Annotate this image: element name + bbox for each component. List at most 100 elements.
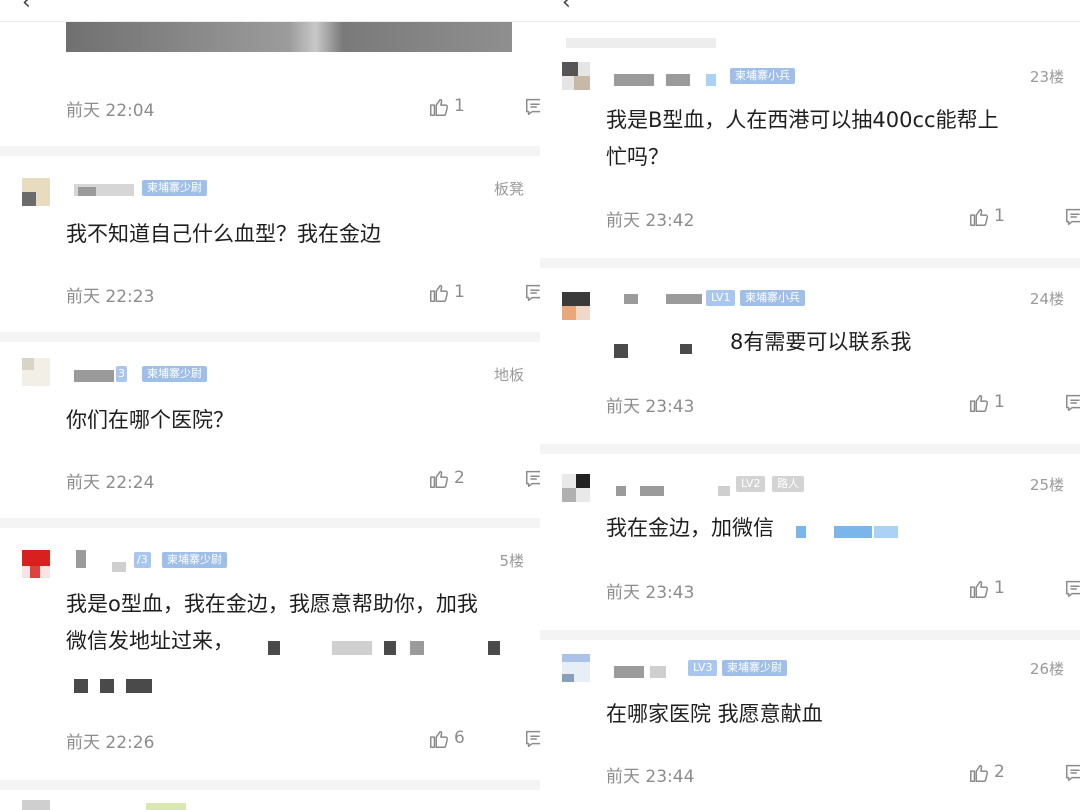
username-blur — [146, 803, 186, 810]
comment-time: 前天 23:43 — [606, 583, 695, 603]
divider — [0, 780, 540, 790]
comment-time: 前天 22:26 — [66, 733, 155, 753]
avatar[interactable] — [22, 550, 50, 578]
username-blur — [706, 74, 716, 86]
user-badge: 柬埔寨小兵 — [740, 290, 805, 306]
comment-text-line: 我是B型血，人在西港可以抽400cc能帮上 — [606, 108, 999, 132]
comment-meta-row: 前天 23:43 1 回复 — [606, 392, 1080, 417]
floor-label: 25楼 — [1029, 476, 1064, 494]
divider — [540, 630, 1080, 640]
comment-time: 前天 22:04 — [66, 101, 155, 121]
thumbs-up-icon — [430, 98, 449, 116]
username[interactable] — [76, 550, 86, 568]
divider — [540, 444, 1080, 454]
username-blur — [718, 486, 730, 496]
floor-label: 5楼 — [499, 552, 524, 570]
comment-icon — [1066, 208, 1080, 226]
avatar[interactable] — [22, 800, 50, 810]
comment-icon — [1066, 394, 1080, 412]
comment-text: 我不知道自己什么血型？我在金边 — [66, 222, 381, 246]
right-comment-column: ‹ 柬埔寨小兵 23楼 我是B型血，人在西港可以抽400cc能帮上 忙吗？ 前天… — [540, 0, 1080, 810]
redacted-text — [874, 526, 898, 538]
comment-item: 3 柬埔寨少尉 地板 你们在哪个医院？ 前天 22:24 2 回复 — [0, 342, 540, 518]
comment-text-line: 忙吗？ — [606, 145, 669, 169]
username-blur — [640, 486, 664, 496]
thumbs-up-icon — [970, 208, 989, 226]
thumbs-up-icon — [430, 284, 449, 302]
floor-label: 24楼 — [1029, 290, 1064, 308]
username[interactable] — [624, 294, 638, 304]
username-blur — [112, 562, 126, 572]
redacted-text — [796, 526, 806, 538]
redacted-text — [74, 679, 88, 693]
user-badge: 路人 — [772, 476, 804, 492]
comment-item: LV2 路人 25楼 我在金边，加微信 前天 23:43 1 回复 — [540, 454, 1080, 630]
like-count: 2 — [454, 468, 465, 488]
divider — [0, 146, 540, 156]
user-badge: 柬埔寨少尉 — [162, 552, 227, 568]
avatar[interactable] — [562, 292, 590, 320]
redacted-text — [100, 679, 114, 693]
username-blur — [666, 294, 702, 304]
comment-icon — [526, 470, 540, 488]
comment-text: 在哪家医院 我愿意献血 — [606, 702, 823, 726]
post-image[interactable] — [66, 22, 512, 52]
thumbs-up-icon — [430, 730, 449, 748]
username[interactable] — [614, 666, 644, 678]
like-count: 1 — [994, 578, 1005, 598]
comment-item: 柬埔寨小兵 23楼 我是B型血，人在西港可以抽400cc能帮上 忙吗？ 前天 2… — [540, 50, 1080, 258]
comment-text-line: 微信发地址过来， — [66, 629, 234, 653]
comment-meta-row: 前天 23:43 1 回复 — [606, 578, 1080, 603]
redacted-text — [268, 641, 280, 655]
like-count: 1 — [994, 392, 1005, 412]
comment-item: LV1 柬埔寨小兵 24楼 8有需要可以联系我 前天 23:43 1 回复 — [540, 268, 1080, 444]
thumbs-up-icon — [970, 764, 989, 782]
redacted-text — [488, 641, 500, 655]
divider — [0, 518, 540, 528]
comment-icon — [1066, 580, 1080, 598]
user-badge: 柬埔寨少尉 — [722, 660, 787, 676]
divider — [540, 258, 1080, 268]
comment-time: 前天 22:24 — [66, 473, 155, 493]
username[interactable] — [74, 370, 114, 382]
avatar[interactable] — [562, 654, 590, 682]
avatar[interactable] — [22, 358, 50, 386]
avatar[interactable] — [22, 178, 50, 206]
like-count: 1 — [454, 96, 465, 116]
username-blur — [78, 187, 96, 196]
thumbs-up-icon — [970, 580, 989, 598]
user-level: LV1 — [706, 290, 736, 306]
redacted-text — [410, 641, 424, 655]
like-count: 1 — [454, 282, 465, 302]
user-level: LV3 — [688, 660, 718, 676]
user-level: 3 — [116, 366, 127, 382]
username[interactable] — [616, 486, 626, 496]
back-arrow-icon[interactable]: ‹ — [562, 0, 571, 15]
like-count: 1 — [994, 206, 1005, 226]
redacted-text — [332, 641, 372, 655]
floor-label: 26楼 — [1029, 660, 1064, 678]
user-badge: 柬埔寨小兵 — [730, 68, 795, 84]
comment-text: 我在金边，加微信 — [606, 516, 774, 540]
comment-text: 8有需要可以联系我 — [730, 330, 912, 354]
redacted-text — [834, 526, 872, 538]
divider — [0, 332, 540, 342]
comment-item: 柬埔寨少尉 板凳 我不知道自己什么血型？我在金边 前天 22:23 1 回复 — [0, 156, 540, 332]
comment-meta-row: 前天 22:04 1 回复 — [66, 96, 540, 121]
username[interactable] — [614, 74, 654, 86]
redacted-text — [566, 38, 716, 48]
redacted-text — [680, 344, 692, 354]
avatar[interactable] — [562, 62, 590, 90]
comment-item: LV3 柬埔寨少尉 26楼 在哪家医院 我愿意献血 前天 23:44 2 回复 — [540, 640, 1080, 810]
redacted-text — [384, 641, 396, 655]
comment-meta-row: 前天 22:24 2 回复 — [66, 468, 540, 493]
comment-time: 前天 23:44 — [606, 767, 695, 787]
user-level: /3 — [134, 552, 151, 568]
floor-label: 板凳 — [493, 180, 524, 198]
back-arrow-icon[interactable]: ‹ — [22, 0, 31, 15]
avatar[interactable] — [562, 474, 590, 502]
comment-meta-row: 前天 22:23 1 回复 — [66, 282, 540, 307]
comment-text: 你们在哪个医院？ — [66, 408, 234, 432]
like-count: 6 — [454, 728, 465, 748]
user-badge: 柬埔寨少尉 — [142, 366, 207, 382]
